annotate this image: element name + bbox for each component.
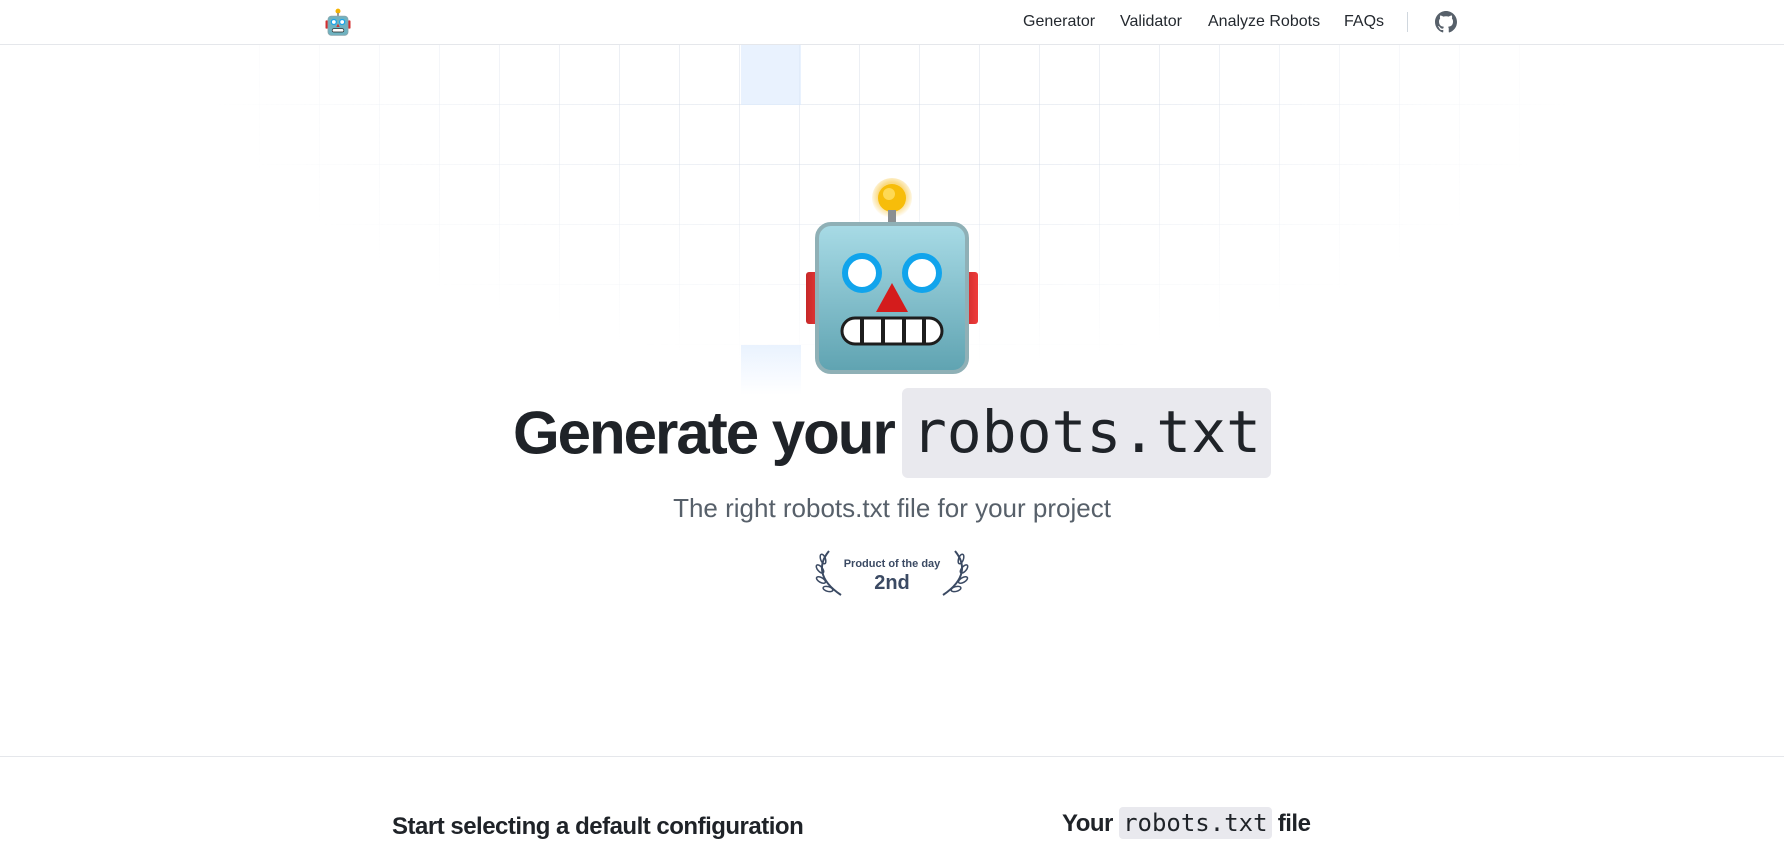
grid-highlight-cell	[741, 45, 801, 105]
page-title: Generate your robots.txt	[0, 388, 1784, 478]
output-heading-code: robots.txt	[1119, 807, 1272, 839]
section-divider	[0, 756, 1784, 757]
nav-generator[interactable]: Generator	[1023, 13, 1095, 31]
laurel-right-icon	[942, 550, 969, 596]
title-text: Generate your	[512, 399, 896, 467]
page-subtitle: The right robots.txt file for your proje…	[673, 493, 1111, 523]
output-heading-suffix: file	[1277, 810, 1311, 837]
output-heading-prefix: Your	[1062, 810, 1113, 837]
github-icon[interactable]	[1435, 11, 1457, 33]
robot-face-icon	[806, 178, 978, 374]
robot-logo-icon[interactable]	[323, 7, 353, 37]
nav-divider	[1407, 12, 1408, 32]
top-navbar: Generator Validator Analyze Robots FAQs	[0, 0, 1784, 45]
nav-validator[interactable]: Validator	[1120, 13, 1182, 31]
product-of-the-day-badge[interactable]: Product of the day 2nd	[813, 545, 971, 601]
nav-analyze-robots[interactable]: Analyze Robots	[1208, 13, 1320, 31]
nav-faqs[interactable]: FAQs	[1344, 13, 1384, 31]
title-code: robots.txt	[901, 388, 1272, 478]
config-section-heading: Start selecting a default configuration	[392, 813, 804, 840]
output-section-heading: Your robots.txt file	[1062, 807, 1311, 839]
